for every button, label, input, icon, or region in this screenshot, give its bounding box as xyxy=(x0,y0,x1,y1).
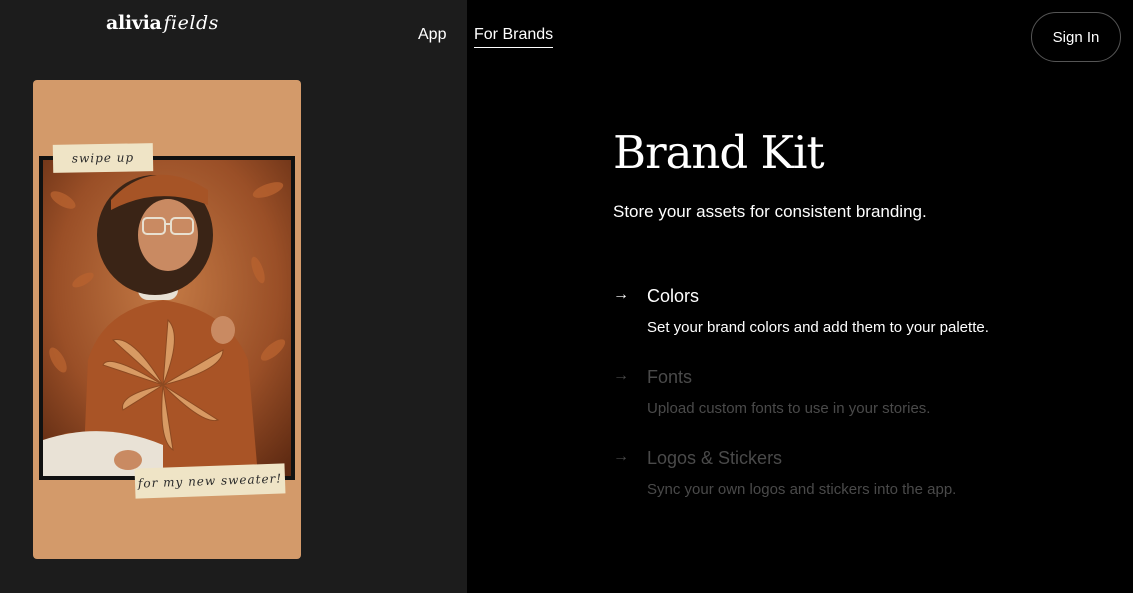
logo-script-text: fields xyxy=(163,12,219,34)
feature-description: Upload custom fonts to use in your stori… xyxy=(647,400,931,417)
arrow-right-icon: → xyxy=(613,367,629,384)
nav-link-app[interactable]: App xyxy=(418,26,446,44)
sign-in-button[interactable]: Sign In xyxy=(1031,12,1121,62)
tape-label-top: swipe up xyxy=(52,143,154,173)
tape-label-bottom: for my new sweater! xyxy=(134,463,286,499)
woman-autumn-photo xyxy=(43,160,291,476)
nav-link-for-brands[interactable]: For Brands xyxy=(474,26,554,48)
arrow-right-icon: → xyxy=(613,448,629,465)
arrow-right-icon: → xyxy=(613,286,629,303)
logo-main-text: alivia xyxy=(106,12,162,34)
feature-title: Fonts xyxy=(647,367,693,387)
brand-logo[interactable]: alivia fields xyxy=(106,12,219,40)
photo-frame xyxy=(39,156,295,480)
page-title: Brand Kit xyxy=(613,126,825,179)
feature-title: Logos & Stickers xyxy=(647,448,783,468)
page-subtitle: Store your assets for consistent brandin… xyxy=(613,202,927,221)
feature-description: Set your brand colors and add them to yo… xyxy=(647,319,989,336)
feature-description: Sync your own logos and stickers into th… xyxy=(647,481,957,498)
right-panel xyxy=(467,0,1133,593)
story-preview-card: swipe up for my new sweater! xyxy=(33,80,301,559)
feature-title: Colors xyxy=(647,286,700,306)
